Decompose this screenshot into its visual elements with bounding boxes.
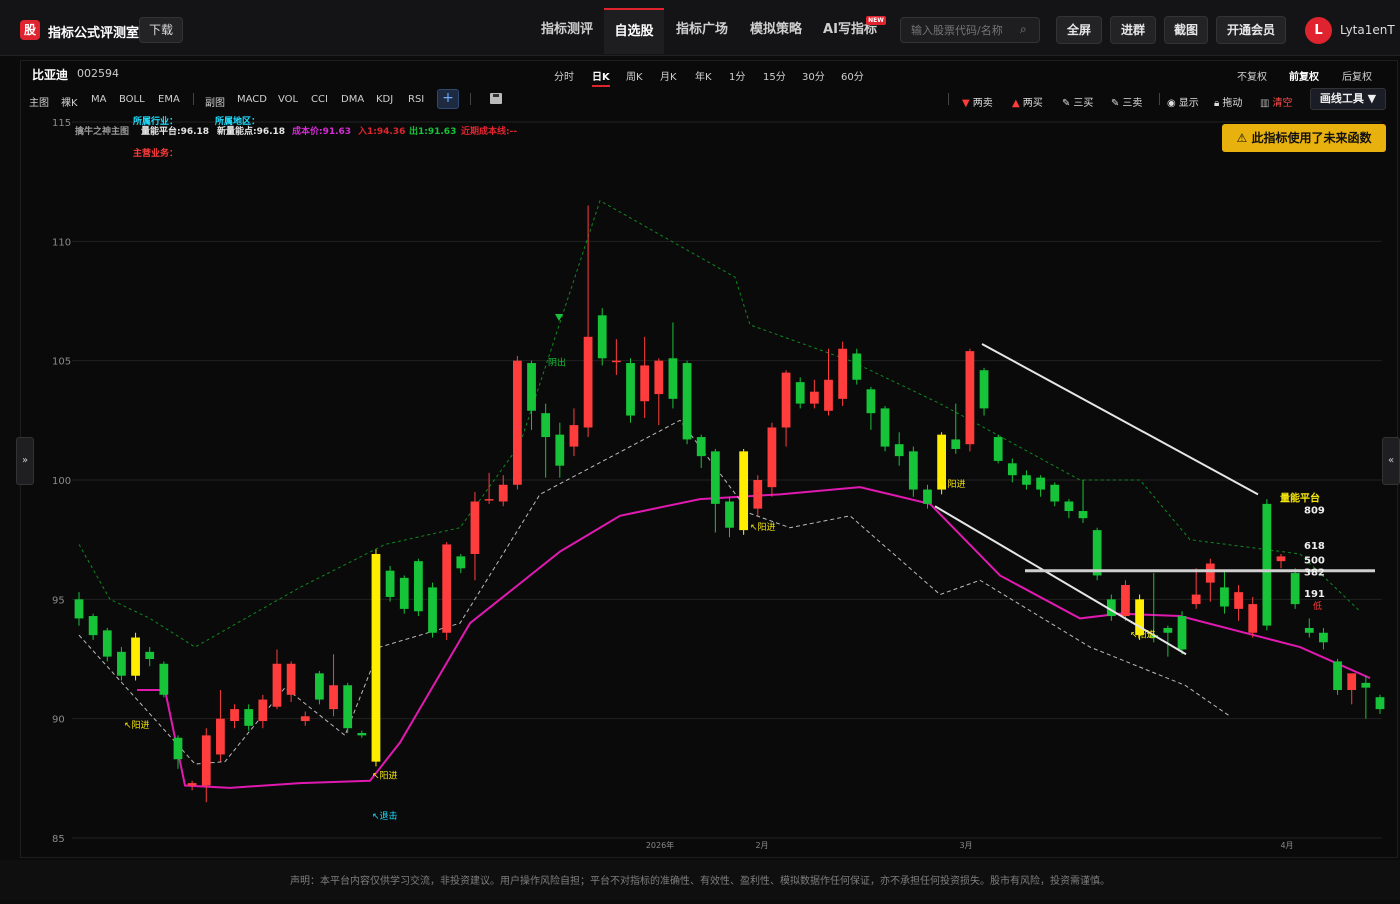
nav-tab-indicator-review[interactable]: 指标测评 — [530, 8, 604, 54]
sub-chart-tab[interactable]: 副图 — [205, 94, 225, 109]
stock-code: 002594 — [77, 67, 119, 80]
dma-tab[interactable]: DMA — [341, 94, 364, 105]
divider — [193, 93, 194, 105]
kdj-tab[interactable]: KDJ — [376, 94, 393, 105]
chart-panel — [20, 60, 1398, 858]
nav-tab-ai-indicator[interactable]: AI写指标 — [812, 8, 888, 54]
app-logo-icon: 股 — [20, 20, 40, 40]
stock-search-input[interactable] — [900, 17, 1040, 43]
ema-tab[interactable]: EMA — [158, 94, 180, 105]
period-tab-weekly[interactable]: 周K — [626, 68, 643, 83]
period-tab-timeshare[interactable]: 分时 — [554, 68, 574, 83]
stock-name: 比亚迪 — [32, 68, 69, 82]
brand-title: 指标公式评测室 — [48, 26, 140, 41]
ma-tab[interactable]: MA — [91, 94, 106, 105]
adjust-backward[interactable]: 后复权 — [1342, 68, 1372, 83]
tool-three-buy[interactable]: ✎ 三买 — [1062, 94, 1093, 109]
boll-tab[interactable]: BOLL — [119, 94, 145, 105]
new-badge: NEW — [866, 16, 886, 25]
warning-icon: ⚠ — [1236, 131, 1252, 145]
join-group-button[interactable]: 进群 — [1110, 16, 1156, 44]
trash-icon: ▥ — [1260, 98, 1270, 109]
lock-icon: 🔒︎ — [1214, 98, 1220, 109]
rsi-tab[interactable]: RSI — [408, 94, 424, 105]
divider — [948, 93, 949, 105]
tool-two-sell[interactable]: ▼ 两卖 — [962, 94, 993, 109]
username[interactable]: Lyta1enT — [1340, 23, 1395, 37]
draw-tools-dropdown[interactable]: 画线工具 ▼ — [1310, 88, 1386, 110]
future-function-warning: ⚠ 此指标使用了未来函数 — [1222, 124, 1386, 152]
fullscreen-button[interactable]: 全屏 — [1056, 16, 1102, 44]
add-indicator-button[interactable]: + — [437, 89, 459, 109]
tool-show[interactable]: ◉ 显示 — [1167, 94, 1199, 109]
period-tab-daily[interactable]: 日K — [592, 68, 610, 87]
tool-three-sell[interactable]: ✎ 三卖 — [1111, 94, 1142, 109]
membership-button[interactable]: 开通会员 — [1216, 16, 1286, 44]
search-icon[interactable]: ⌕ — [1020, 22, 1027, 37]
pen-icon: ✎ — [1062, 98, 1071, 109]
expand-left-button[interactable]: » — [16, 437, 34, 485]
save-icon[interactable] — [490, 93, 502, 104]
tool-two-buy[interactable]: ▲ 两买 — [1012, 94, 1043, 109]
nav-tab-indicator-square[interactable]: 指标广场 — [664, 8, 740, 54]
period-tab-30min[interactable]: 30分 — [802, 68, 825, 83]
period-tab-15min[interactable]: 15分 — [763, 68, 786, 83]
disclaimer-footer: 声明：本平台内容仅供学习交流，非投资建议。用户操作风险自担；平台不对指标的准确性… — [0, 860, 1400, 900]
cci-tab[interactable]: CCI — [311, 94, 328, 105]
up-triangle-icon: ▲ — [1012, 98, 1020, 109]
expand-right-button[interactable]: « — [1382, 437, 1400, 485]
nav-tab-watchlist[interactable]: 自选股 — [604, 8, 664, 54]
screenshot-button[interactable]: 截图 — [1164, 16, 1208, 44]
divider — [470, 93, 471, 105]
eye-icon: ◉ — [1167, 98, 1176, 109]
period-tab-monthly[interactable]: 月K — [660, 68, 677, 83]
nav-tab-simulated-strategy[interactable]: 模拟策略 — [740, 8, 812, 54]
avatar[interactable]: L — [1305, 17, 1332, 44]
adjust-none[interactable]: 不复权 — [1237, 68, 1267, 83]
vol-tab[interactable]: VOL — [278, 94, 298, 105]
down-triangle-icon: ▼ — [962, 98, 970, 109]
pen-icon: ✎ — [1111, 98, 1120, 109]
divider — [1159, 93, 1160, 105]
period-tab-yearly[interactable]: 年K — [695, 68, 712, 83]
tool-clear[interactable]: ▥ 清空 — [1260, 94, 1292, 109]
download-button[interactable]: 下载 — [139, 17, 183, 43]
main-chart-tab[interactable]: 主图 — [29, 94, 49, 109]
period-tab-1min[interactable]: 1分 — [729, 68, 745, 83]
tool-drag[interactable]: 🔒︎ 拖动 — [1214, 94, 1242, 109]
adjust-forward[interactable]: 前复权 — [1289, 68, 1319, 83]
macd-tab[interactable]: MACD — [237, 94, 267, 105]
naked-k-tab[interactable]: 裸K — [61, 94, 78, 109]
period-tab-60min[interactable]: 60分 — [841, 68, 864, 83]
